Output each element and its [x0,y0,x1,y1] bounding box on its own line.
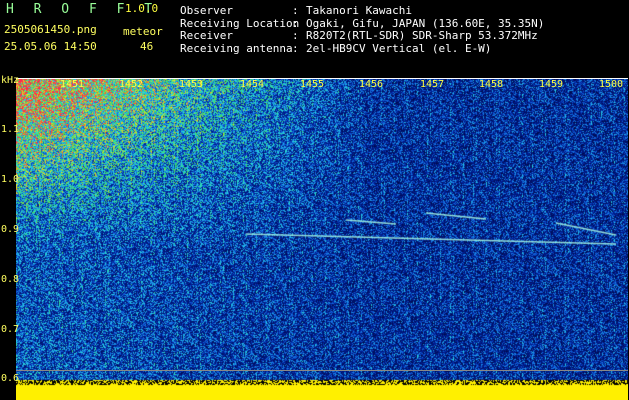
y-tick-label: 0.7 [1,324,20,335]
info-row-observer: Observer: Takanori Kawachi [180,4,412,17]
station-info: Observer: Takanori Kawachi Receiving Loca… [180,4,545,55]
x-tick-label: 1458 [479,79,504,90]
app-version: 1.0.0 [125,2,159,15]
mode-label: meteor [123,25,163,38]
info-row-receiver: Receiver: R820T2(RTL-SDR) SDR-Sharp 53.37… [180,29,538,42]
info-row-location: Receiving Location: Ogaki, Gifu, JAPAN (1… [180,16,545,30]
y-tick-label: 0.9 [1,224,20,235]
x-tick-label: 1457 [420,79,445,90]
x-tick-label: 1500 [599,79,624,90]
y-tick-label: 0.6 [1,373,20,384]
y-tick-label: 1.1 [1,124,20,135]
x-tick-label: 1459 [539,79,564,90]
y-tick-label: 1.0 [1,174,20,185]
x-tick-label: 1456 [359,79,384,90]
file-name: 2505061450.png [4,23,97,36]
x-tick-label: 1451 [60,79,85,90]
bottom-reference-line [16,370,628,371]
x-tick-label: 1452 [119,79,144,90]
date-time: 25.05.06 14:50 [4,40,97,53]
unit-label: kHz [1,75,20,86]
y-tick-label: 0.8 [1,274,20,285]
x-tick-label: 1453 [179,79,204,90]
x-tick-label: 1454 [240,79,265,90]
info-row-antenna: Receiving antenna: 2el-HB9CV Vertical (el… [180,41,492,55]
spectrogram [16,78,628,400]
hrofft-screen: H R O F F T 1.0.0 2505061450.png 25.05.0… [0,0,629,400]
x-tick-label: 1455 [300,79,325,90]
meteor-count: 46 [140,40,154,53]
